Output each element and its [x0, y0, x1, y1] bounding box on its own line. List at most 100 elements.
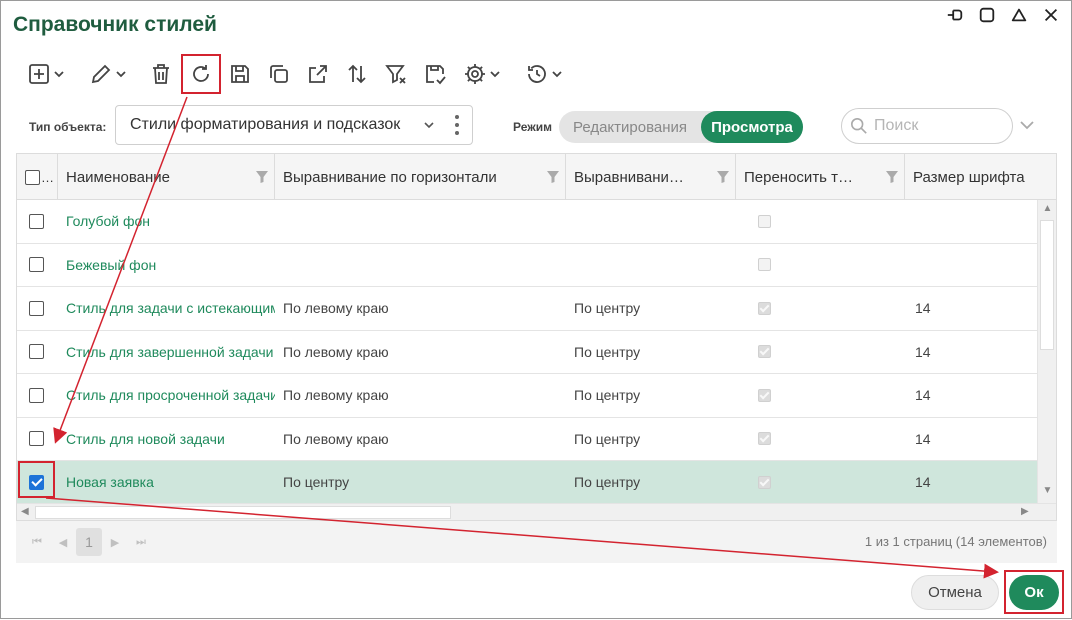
row-v-align: По центру: [574, 387, 641, 404]
filter-icon[interactable]: [546, 170, 560, 184]
scroll-right-icon[interactable]: ▶: [1021, 506, 1029, 517]
sort-button[interactable]: [342, 59, 372, 89]
chevron-down-icon: [489, 71, 500, 78]
row-h-align: По левому краю: [283, 387, 389, 404]
column-header-font-size[interactable]: Размер шрифта: [905, 154, 1055, 200]
table-row-selected[interactable]: Новая заявка По центру По центру 14: [17, 461, 1037, 503]
collapse-icon[interactable]: [1009, 5, 1029, 25]
filter-icon[interactable]: [885, 170, 899, 184]
edit-pencil-icon: [91, 64, 110, 84]
prev-page-icon[interactable]: ◀: [50, 536, 76, 549]
row-name[interactable]: Стиль для просроченной задачи: [58, 374, 275, 417]
table-body: Голубой фон Бежевый фон Стиль для задачи…: [17, 200, 1037, 503]
add-button[interactable]: [23, 59, 69, 89]
table-row[interactable]: Стиль для новой задачи По левому краю По…: [17, 418, 1037, 461]
scroll-down-icon[interactable]: ▼: [1041, 485, 1054, 498]
scrollbar-thumb[interactable]: [35, 506, 451, 519]
history-icon: [527, 65, 546, 83]
row-checkbox[interactable]: [29, 431, 44, 447]
refresh-button[interactable]: [181, 54, 221, 94]
row-wrap-checkbox: [758, 214, 771, 228]
refresh-icon: [193, 65, 209, 82]
row-checkbox[interactable]: [29, 387, 44, 403]
row-v-align: [566, 244, 736, 287]
horizontal-scrollbar[interactable]: ◀ ▶: [17, 503, 1056, 520]
search-input[interactable]: [872, 116, 1002, 136]
row-h-align: По левому краю: [283, 343, 389, 360]
copy-icon: [270, 65, 288, 83]
row-h-align: По левому краю: [283, 300, 389, 317]
row-v-align: По центру: [574, 343, 641, 360]
styles-dialog: Справочник стилей Тип объекта: Стили фор…: [0, 0, 1072, 619]
table-row[interactable]: Голубой фон: [17, 200, 1037, 244]
row-checkbox[interactable]: [29, 257, 44, 273]
delete-button[interactable]: [147, 59, 175, 89]
column-header-v-align[interactable]: Выравнивани…: [566, 154, 736, 200]
scroll-left-icon[interactable]: ◀: [21, 506, 29, 517]
table-row[interactable]: Стиль для задачи с истекающим По левому …: [17, 287, 1037, 331]
filter-icon[interactable]: [255, 170, 269, 184]
filter-icon[interactable]: [716, 170, 730, 184]
sort-icon: [348, 64, 366, 84]
pin-icon[interactable]: [945, 5, 965, 25]
row-name[interactable]: Голубой фон: [58, 200, 275, 243]
row-checkbox[interactable]: [29, 344, 44, 360]
pager: ⏮ ◀ 1 ▶ ⏭ 1 из 1 страниц (14 элементов): [16, 521, 1057, 563]
row-wrap-checkbox: [758, 345, 771, 359]
row-font-size: [905, 244, 1037, 287]
history-button[interactable]: [521, 59, 567, 89]
column-header-wrap[interactable]: Переносить т…: [736, 154, 905, 200]
select-all-checkbox[interactable]: [25, 169, 40, 185]
search-expand-chevron-icon[interactable]: [1017, 117, 1037, 133]
save-check-button[interactable]: [420, 59, 450, 89]
table-row[interactable]: Стиль для завершенной задачи По левому к…: [17, 331, 1037, 374]
table-row[interactable]: Бежевый фон: [17, 244, 1037, 287]
next-page-icon[interactable]: ▶: [102, 536, 128, 549]
row-wrap-checkbox: [758, 475, 771, 489]
dialog-title: Справочник стилей: [13, 13, 217, 36]
export-icon: [309, 65, 327, 83]
chevron-down-icon: [422, 118, 442, 132]
row-name[interactable]: Новая заявка: [58, 461, 275, 503]
save-check-icon: [426, 65, 446, 85]
last-page-icon[interactable]: ⏭: [128, 536, 154, 549]
row-v-align: По центру: [574, 430, 641, 447]
row-name[interactable]: Стиль для задачи с истекающим: [58, 287, 275, 330]
row-name[interactable]: Стиль для новой задачи: [58, 418, 275, 461]
mode-toggle: Редактирования Просмотра: [559, 111, 803, 143]
filter-row: Тип объекта: Стили форматирования и подс…: [1, 105, 1071, 147]
close-icon[interactable]: [1041, 5, 1061, 25]
column-header-h-align[interactable]: Выравнивание по горизонтали: [275, 154, 566, 200]
edit-button[interactable]: [85, 59, 131, 89]
row-wrap-checkbox: [758, 432, 771, 446]
maximize-icon[interactable]: [977, 5, 997, 25]
select-all-cell: …: [17, 154, 58, 200]
row-h-align: По левому краю: [283, 430, 389, 447]
first-page-icon[interactable]: ⏮: [24, 536, 50, 549]
mode-option-view[interactable]: Просмотра: [701, 111, 803, 143]
object-type-select[interactable]: Стили форматирования и подсказок: [115, 105, 473, 145]
search-box: [841, 108, 1013, 144]
more-options-icon[interactable]: [442, 106, 472, 144]
row-name[interactable]: Стиль для завершенной задачи: [58, 331, 275, 374]
settings-button[interactable]: [459, 59, 505, 89]
annotation-ok-frame: [1004, 570, 1064, 614]
column-header-name[interactable]: Наименование: [58, 154, 275, 200]
row-h-align: [275, 244, 566, 287]
row-checkbox[interactable]: [29, 213, 44, 229]
export-button[interactable]: [303, 59, 333, 89]
toolbar: [23, 54, 567, 94]
row-checkbox[interactable]: [29, 300, 44, 316]
page-number[interactable]: 1: [76, 528, 102, 556]
table-row[interactable]: Стиль для просроченной задачи По левому …: [17, 374, 1037, 418]
clear-filter-button[interactable]: [381, 59, 411, 89]
select-all-ellipsis: …: [41, 169, 54, 185]
cancel-button[interactable]: Отмена: [911, 575, 999, 610]
copy-button[interactable]: [264, 59, 294, 89]
row-name[interactable]: Бежевый фон: [58, 244, 275, 287]
scroll-up-icon[interactable]: ▲: [1041, 203, 1054, 216]
scrollbar-thumb[interactable]: [1040, 220, 1054, 350]
vertical-scrollbar[interactable]: ▲ ▼: [1037, 200, 1056, 503]
mode-option-edit[interactable]: Редактирования: [559, 111, 701, 143]
save-button[interactable]: [225, 59, 255, 89]
